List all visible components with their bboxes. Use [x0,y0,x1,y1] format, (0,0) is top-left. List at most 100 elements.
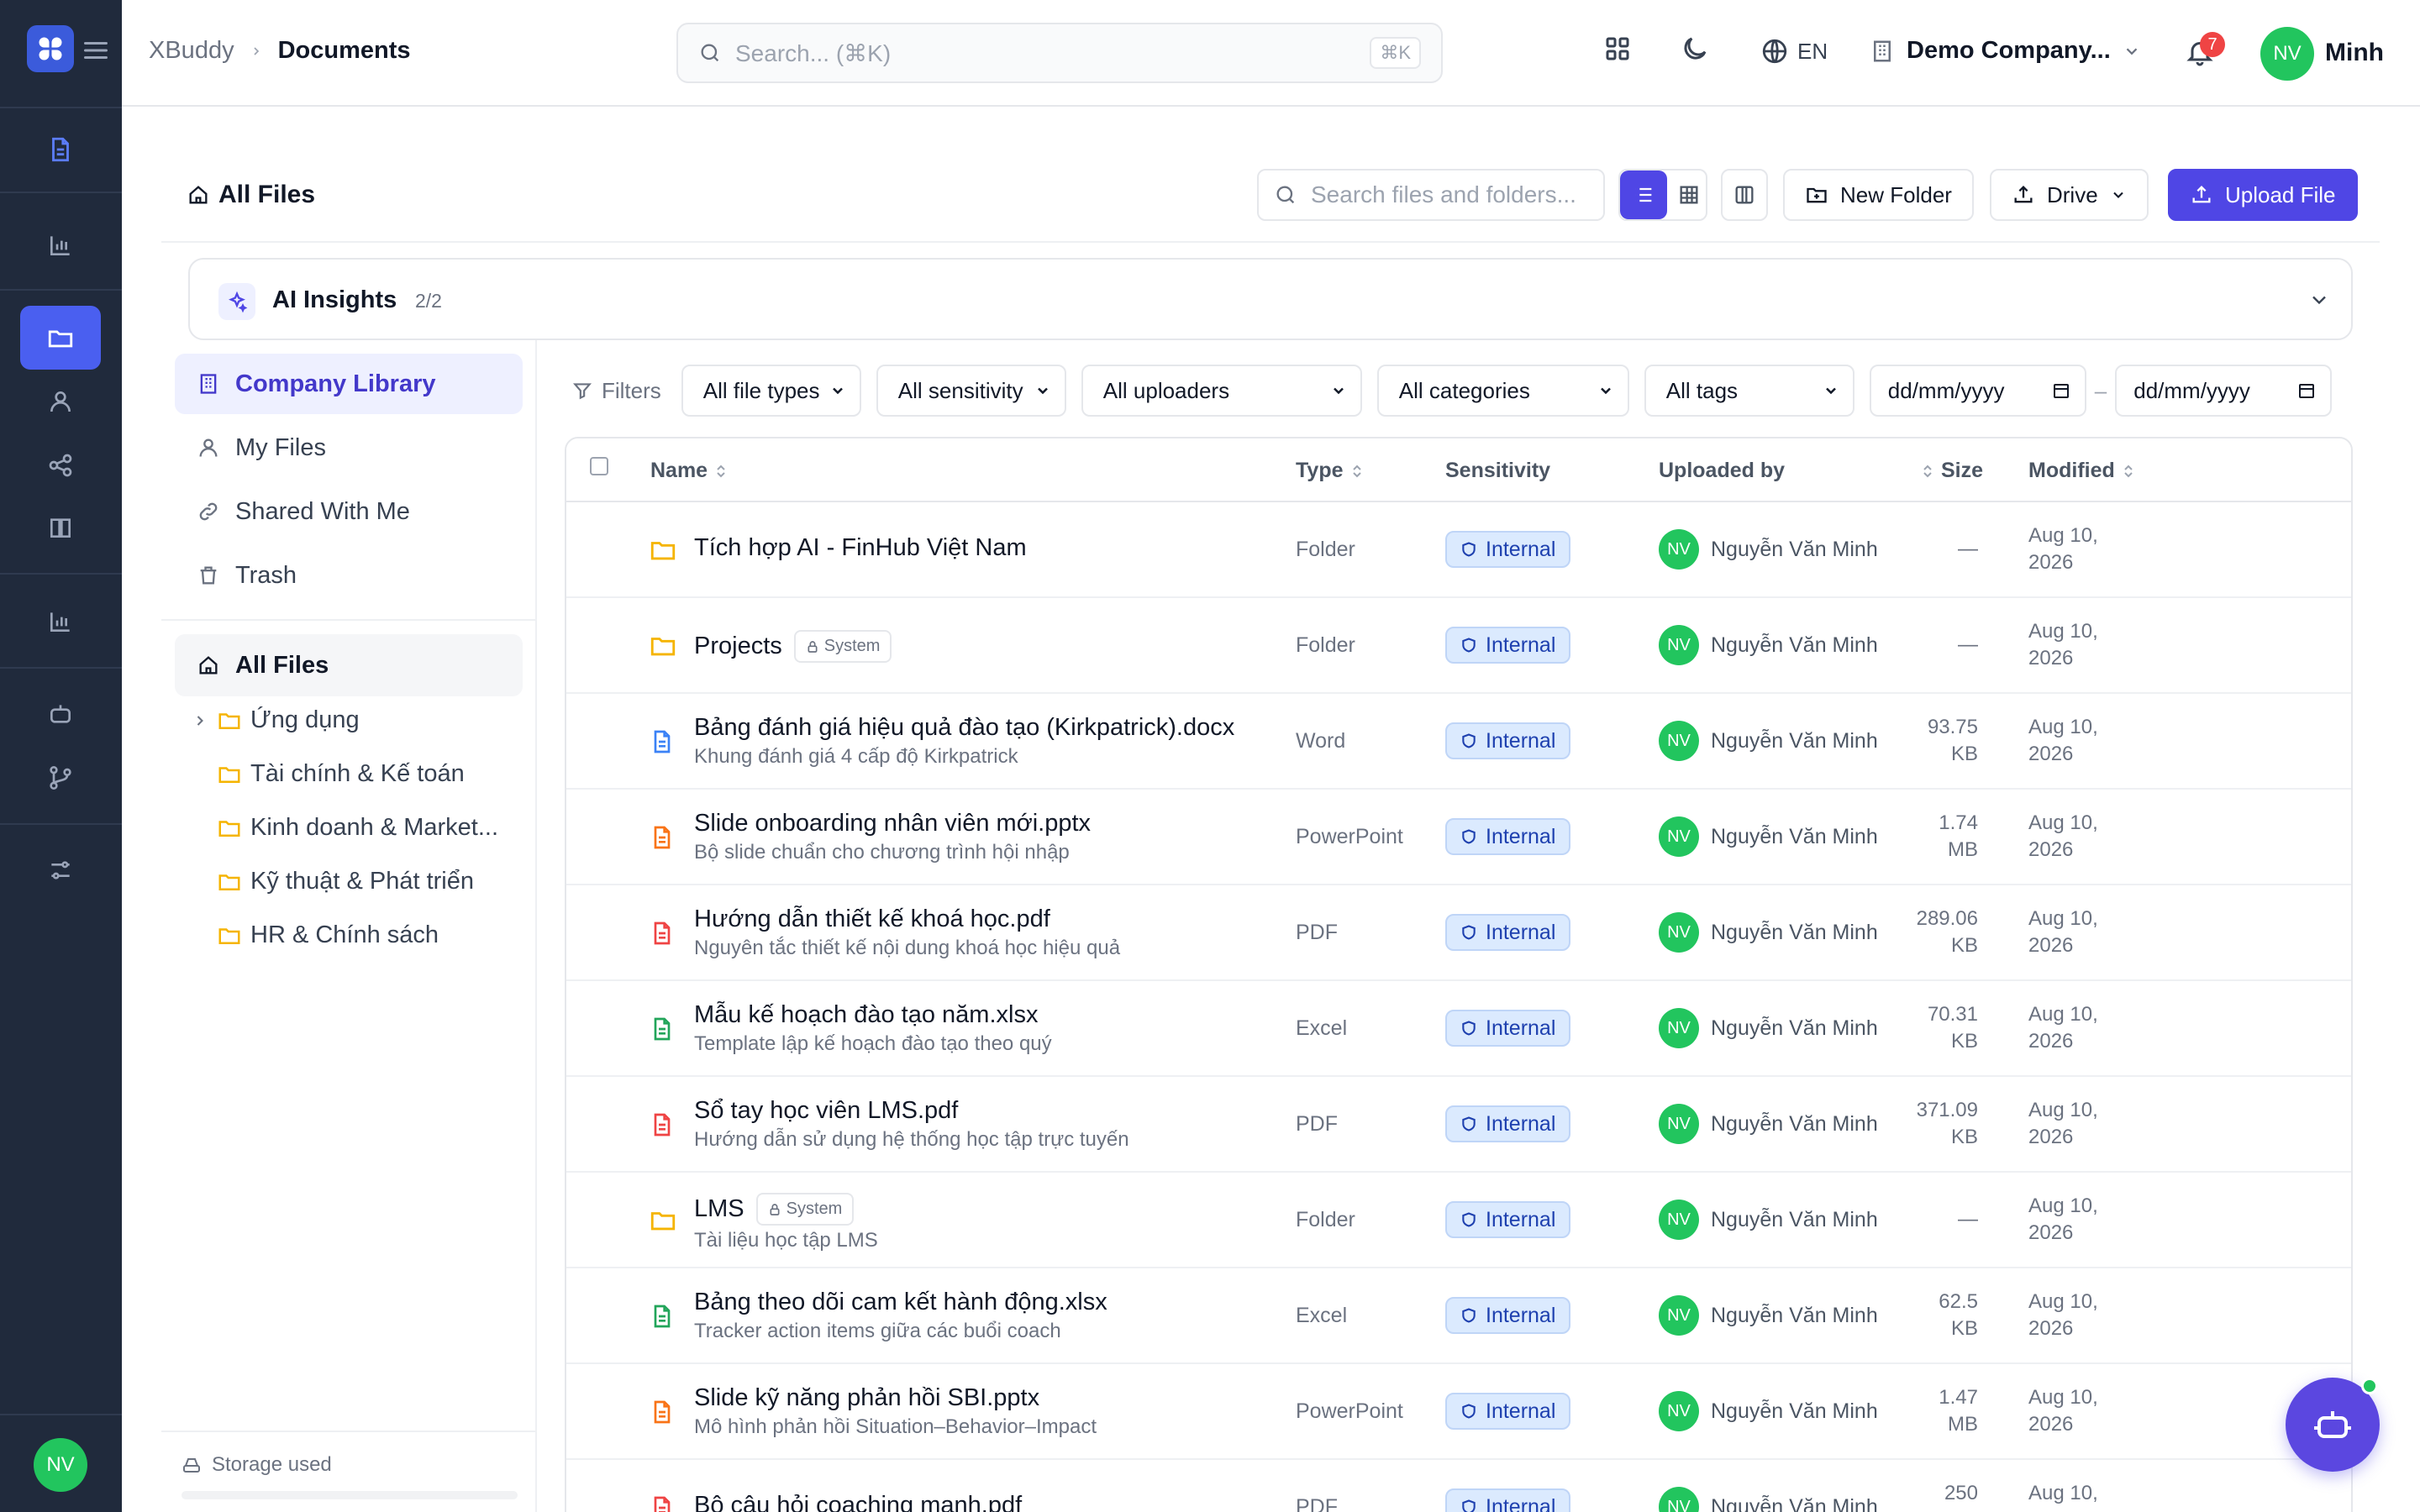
file-name-cell[interactable]: Mẫu kế hoạch đào tạo năm.xlsx Template lậ… [694,1001,1052,1056]
filter-tags[interactable]: All tags [1644,365,1854,417]
sensitivity-label: Internal [1486,1016,1556,1040]
notification-badge: 7 [2200,32,2225,57]
table-row[interactable]: Bảng đánh giá hiệu quả đào tạo (Kirkpatr… [566,694,2351,790]
file-name-cell[interactable]: Bảng theo dõi cam kết hành động.xlsx Trac… [694,1289,1107,1343]
tree-item-kinh-doanh[interactable]: Kinh doanh & Market... [217,814,498,842]
table-row[interactable]: Bảng theo dõi cam kết hành động.xlsx Trac… [566,1268,2351,1364]
ai-insights-panel[interactable]: AI Insights 2/2 [188,258,2353,340]
file-name-cell[interactable]: Hướng dẫn thiết kế khoá học.pdf Nguyên tắ… [694,906,1120,960]
date-from-input[interactable]: dd/mm/yyyy [1869,365,2086,417]
select-value: All uploaders [1102,377,1230,403]
chevron-down-icon[interactable] [2307,288,2331,312]
modified-line1: Aug 10, [2028,524,2098,547]
global-search[interactable]: Search... (⌘K) ⌘K [676,23,1443,83]
table-row[interactable]: Slide onboarding nhân viên mới.pptx Bộ sl… [566,790,2351,885]
table-row[interactable]: Hướng dẫn thiết kế khoá học.pdf Nguyên tắ… [566,885,2351,981]
breadcrumb-root[interactable]: XBuddy [149,37,234,65]
settings-sliders-icon[interactable] [40,850,81,890]
chevron-down-icon [2112,192,2123,198]
chevron-down-icon [1825,387,1836,395]
modified-line2: 2026 [2028,1507,2129,1512]
drive-button[interactable]: Drive [1990,169,2149,221]
table-row[interactable]: Mẫu kế hoạch đào tạo năm.xlsx Template lậ… [566,981,2351,1077]
file-name-cell[interactable]: Sổ tay học viên LMS.pdf Hướng dẫn sử dụng… [694,1097,1129,1152]
col-modified[interactable]: Modified [2028,459,2135,483]
filter-category[interactable]: All categories [1376,365,1629,417]
nav-label: Trash [235,561,297,589]
file-name-cell[interactable]: Slide onboarding nhân viên mới.pptx Bộ sl… [694,810,1091,864]
table-row[interactable]: Projects System Folder Internal NV Nguyễn Văn… [566,598,2351,694]
file-name-cell[interactable]: Tích hợp AI - FinHub Việt Nam [694,534,1027,562]
select-all-checkbox[interactable] [590,457,608,475]
file-name-cell[interactable]: Bộ câu hỏi coaching mạnh.pdf [694,1492,1022,1512]
tree-item-ky-thuat[interactable]: Kỹ thuật & Phát triển [217,868,474,895]
folder-open-icon[interactable] [40,318,81,358]
git-branch-icon[interactable] [40,758,81,798]
col-type[interactable]: Type [1296,459,1364,483]
file-size: 289.06 KB [1877,906,1978,959]
tree-item-hr[interactable]: HR & Chính sách [217,921,439,949]
file-name-cell[interactable]: LMS System Tài liệu học tập LMS [694,1193,878,1252]
uploader: NV Nguyễn Văn Minh [1659,1295,1878,1336]
list-view-button[interactable] [1620,171,1667,219]
tree-all-files[interactable]: All Files [175,634,523,696]
table-row[interactable]: LMS System Tài liệu học tập LMS Folder Inter… [566,1173,2351,1268]
table-row[interactable]: Slide kỹ năng phản hồi SBI.pptx Mô hình p… [566,1364,2351,1460]
user-icon[interactable] [40,381,81,422]
user-avatar[interactable]: NV [2260,27,2314,81]
nav-trash[interactable]: Trash [175,545,523,606]
table-row[interactable]: Tích hợp AI - FinHub Việt Nam Folder Inter… [566,502,2351,598]
size-unit: KB [1950,1317,1978,1340]
filter-sensitivity[interactable]: All sensitivity [876,365,1066,417]
sensitivity-label: Internal [1486,1303,1556,1327]
analytics-icon[interactable] [40,601,81,642]
modified-date: Aug 10, 2026 [2028,810,2129,864]
upload-file-button[interactable]: Upload File [2168,169,2358,221]
file-name-cell[interactable]: Projects System [694,630,892,663]
date-to-input[interactable]: dd/mm/yyyy [2115,365,2333,417]
modified-date: Aug 10, 2026 [2028,1001,2129,1055]
col-name[interactable]: Name [650,459,728,483]
nav-company-library[interactable]: Company Library [175,354,523,414]
storage-text: Storage used [212,1453,332,1476]
apps-grid-icon[interactable] [1602,34,1633,64]
file-type: PowerPoint [1296,825,1403,848]
nav-my-files[interactable]: My Files [175,417,523,478]
tree-item-tai-chinh[interactable]: Tài chính & Kế toán [217,760,465,788]
file-search-input[interactable]: Search files and folders... [1257,169,1605,221]
size-value: — [1958,538,1978,560]
rail-avatar[interactable]: NV [34,1438,87,1492]
menu-icon[interactable] [84,40,108,60]
bot-icon[interactable] [40,694,81,734]
filter-file-type[interactable]: All file types [681,365,861,417]
avatar: NV [1659,912,1699,953]
new-folder-button[interactable]: New Folder [1783,169,1974,221]
moon-icon[interactable] [1680,34,1710,64]
tree-item-ung-dung[interactable]: Ứng dụng [192,706,360,734]
company-switcher[interactable]: Demo Company... [1870,37,2141,65]
user-name[interactable]: Minh [2325,39,2384,67]
columns-view-button[interactable] [1721,169,1768,221]
grid-view-button[interactable] [1665,171,1712,219]
document-icon[interactable] [40,129,81,170]
nav-shared-with-me[interactable]: Shared With Me [175,481,523,542]
filter-uploader[interactable]: All uploaders [1081,365,1362,417]
lock-icon [770,1203,780,1215]
book-icon[interactable] [40,507,81,548]
chevron-right-icon[interactable] [192,712,208,729]
sensitivity-label: Internal [1486,633,1556,657]
table-row[interactable]: Bộ câu hỏi coaching mạnh.pdf PDF Internal N… [566,1460,2351,1512]
col-size[interactable]: Size [1921,459,1983,483]
file-name-cell[interactable]: Slide kỹ năng phản hồi SBI.pptx Mô hình p… [694,1384,1097,1439]
company-name: Demo Company... [1907,37,2111,64]
language-switcher[interactable]: EN [1760,37,1828,66]
app-logo[interactable] [27,25,74,72]
chevron-down-icon [2126,47,2138,55]
language-label: EN [1797,38,1828,64]
uploader-name: Nguyễn Văn Minh [1711,824,1878,848]
table-row[interactable]: Sổ tay học viên LMS.pdf Hướng dẫn sử dụng… [566,1077,2351,1173]
share-icon[interactable] [40,445,81,486]
chart-icon[interactable] [40,225,81,265]
file-name-cell[interactable]: Bảng đánh giá hiệu quả đào tạo (Kirkpatr… [694,714,1234,769]
file-type: PDF [1296,921,1338,944]
